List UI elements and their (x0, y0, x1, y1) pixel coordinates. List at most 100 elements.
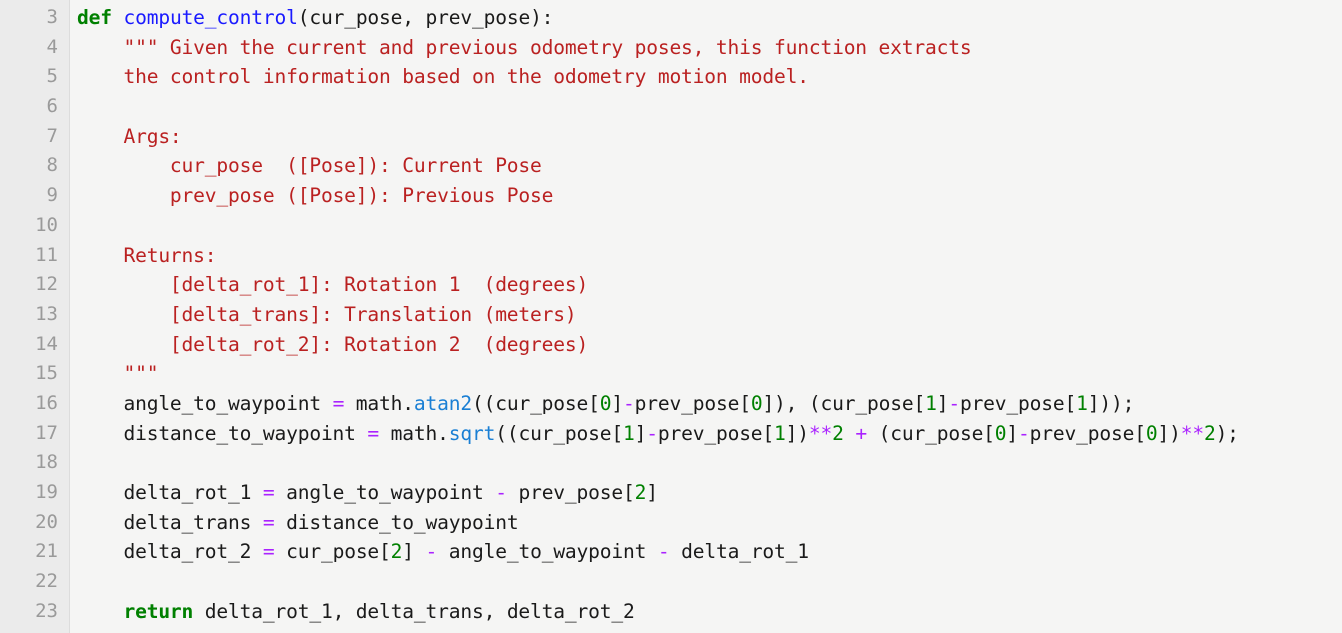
line-number: 12 (35, 273, 58, 296)
token-fn: compute_control (123, 6, 298, 29)
token-plain: (cur_pose[ (867, 421, 995, 445)
token-str: """ Given the current and previous odome… (123, 35, 972, 59)
token-op: - (657, 540, 670, 564)
token-op: ** (1180, 421, 1204, 445)
line-number: 5 (46, 65, 58, 88)
line-number: 10 (35, 213, 58, 236)
token-str: the control information based on the odo… (123, 65, 809, 89)
token-op: - (646, 421, 658, 445)
token-num: 0 (750, 391, 763, 415)
token-num: 1 (925, 391, 937, 415)
line-number: 8 (46, 154, 58, 177)
token-plain: ]) (785, 421, 809, 445)
token-plain: (cur_pose, prev_pose): (297, 6, 554, 29)
token-str: [delta_rot_2]: Rotation 2 (degrees) (123, 332, 589, 356)
token-num: 2 (634, 481, 647, 504)
code-line[interactable] (77, 448, 1342, 478)
token-plain: ] (402, 540, 426, 564)
token-plain: ]) (1157, 421, 1181, 445)
token-str: """ (123, 362, 159, 386)
token-plain: delta_rot_1 (669, 540, 809, 564)
line-number-gutter: 3 4 5 6 7 8 9 10 11 12 13 14 15 16 17 18 19 20 21 22 23 (0, 0, 70, 633)
token-plain: angle_to_waypoint (274, 481, 496, 504)
token-num: 1 (623, 421, 635, 445)
token-builtin: sqrt (448, 421, 496, 445)
code-line[interactable]: cur_pose ([Pose]): Current Pose (77, 151, 1342, 181)
token-str: prev_pose ([Pose]): Previous Pose (123, 184, 554, 208)
code-line[interactable]: delta_rot_1 = angle_to_waypoint - prev_p… (77, 478, 1342, 508)
token-op: - (1018, 421, 1030, 445)
token-plain: ] (611, 391, 624, 415)
line-number: 20 (35, 510, 58, 533)
line-number: 14 (35, 332, 58, 355)
token-plain: ] (646, 481, 658, 504)
token-plain: prev_pose[ (634, 391, 751, 415)
token-plain: prev_pose[ (657, 421, 775, 445)
token-plain: delta_trans (77, 510, 263, 534)
code-line[interactable]: distance_to_waypoint = math.sqrt((cur_po… (77, 419, 1342, 449)
token-num: 1 (1076, 391, 1088, 415)
line-number: 23 (35, 599, 58, 622)
line-number: 9 (46, 184, 58, 207)
code-content-area[interactable]: def compute_control(cur_pose, prev_pose)… (70, 0, 1342, 633)
code-line[interactable]: angle_to_waypoint = math.atan2((cur_pose… (77, 389, 1342, 419)
code-line[interactable]: """ (77, 359, 1342, 389)
code-line[interactable] (77, 211, 1342, 241)
line-number: 13 (35, 302, 58, 325)
token-num: 1 (774, 421, 786, 445)
token-num: 0 (599, 391, 612, 415)
code-line[interactable]: prev_pose ([Pose]): Previous Pose (77, 181, 1342, 211)
line-number: 6 (46, 95, 58, 118)
token-plain: delta_rot_1 (77, 481, 263, 504)
code-line[interactable]: """ Given the current and previous odome… (77, 33, 1342, 63)
line-number: 19 (35, 481, 58, 503)
code-line[interactable]: [delta_rot_2]: Rotation 2 (degrees) (77, 330, 1342, 360)
token-op: = (262, 510, 275, 534)
code-line[interactable]: [delta_rot_1]: Rotation 1 (degrees) (77, 270, 1342, 300)
code-line[interactable]: [delta_trans]: Translation (meters) (77, 300, 1342, 330)
code-line[interactable]: Args: (77, 122, 1342, 152)
code-line[interactable]: return delta_rot_1, delta_trans, delta_r… (77, 597, 1342, 627)
token-str: Returns: (123, 243, 217, 267)
token-op: = (367, 421, 380, 445)
token-plain: angle_to_waypoint (77, 391, 333, 415)
token-plain: distance_to_waypoint (77, 421, 368, 445)
token-plain: prev_pose[ (1029, 421, 1146, 445)
code-line[interactable]: Returns: (77, 241, 1342, 271)
token-plain: prev_pose[ (959, 391, 1077, 415)
token-num: 2 (832, 421, 844, 445)
token-num: 2 (1203, 421, 1216, 445)
token-op: = (332, 391, 345, 415)
line-number: 18 (35, 451, 58, 474)
token-plain: angle_to_waypoint (437, 540, 658, 564)
token-plain: math. (344, 391, 414, 415)
token-builtin: atan2 (413, 391, 472, 415)
token-plain: ((cur_pose[ (495, 421, 623, 445)
token-op: + (855, 421, 868, 445)
code-line[interactable]: the control information based on the odo… (77, 62, 1342, 92)
token-plain: ((cur_pose[ (471, 391, 600, 415)
token-kw: return (123, 599, 194, 623)
line-number: 3 (46, 6, 58, 28)
line-number: 16 (35, 391, 58, 414)
token-plain: delta_rot_1, delta_trans, delta_rot_2 (193, 599, 635, 623)
code-line[interactable]: def compute_control(cur_pose, prev_pose)… (77, 3, 1342, 33)
code-line[interactable] (77, 567, 1342, 597)
token-str: [delta_rot_1]: Rotation 1 (degrees) (123, 273, 589, 297)
token-num: 0 (1145, 421, 1158, 445)
token-plain: math. (379, 421, 449, 445)
code-line[interactable]: delta_trans = distance_to_waypoint (77, 508, 1342, 538)
token-plain: delta_rot_2 (77, 540, 263, 564)
code-line[interactable]: delta_rot_2 = cur_pose[2] - angle_to_way… (77, 537, 1342, 567)
line-number: 22 (35, 570, 58, 593)
token-plain: ); (1215, 421, 1239, 445)
token-plain: cur_pose[ (274, 540, 391, 564)
code-line[interactable] (77, 92, 1342, 122)
line-number: 11 (35, 243, 58, 266)
